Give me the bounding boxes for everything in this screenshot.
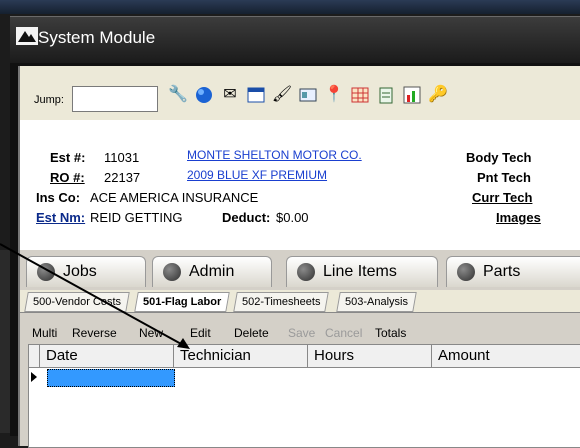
calendar-icon[interactable] bbox=[246, 84, 266, 106]
envelope-icon[interactable]: ✉ bbox=[220, 84, 240, 106]
ins-co-value: ACE AMERICA INSURANCE bbox=[90, 190, 259, 205]
multi-button[interactable]: Multi bbox=[32, 326, 57, 340]
save-button[interactable]: Save bbox=[288, 326, 315, 340]
row-pointer-icon bbox=[31, 372, 37, 382]
col-hours[interactable]: Hours bbox=[307, 345, 432, 367]
est-number-label: Est #: bbox=[50, 150, 86, 165]
vehicle-link[interactable]: 2009 BLUE XF PREMIUM bbox=[187, 168, 327, 182]
selected-date-cell[interactable] bbox=[47, 369, 175, 387]
tab-line-items[interactable]: Line Items bbox=[286, 256, 438, 287]
pnt-tech-label: Pnt Tech bbox=[477, 170, 531, 185]
cancel-button[interactable]: Cancel bbox=[325, 326, 362, 340]
toolbar-icons: 🔧 ✉ 🖌 📍 🔑 bbox=[168, 84, 448, 106]
subtab-vendor-costs[interactable]: 500-Vendor Costs bbox=[24, 292, 130, 312]
tab-label: Admin bbox=[189, 263, 235, 280]
key-icon[interactable]: 🔑 bbox=[428, 84, 448, 106]
est-name-label[interactable]: Est Nm: bbox=[36, 210, 85, 225]
subtab-label: 501-Flag Labor bbox=[143, 296, 222, 308]
ro-number-value: 22137 bbox=[104, 170, 141, 185]
subtab-label: 503-Analysis bbox=[345, 296, 408, 308]
estimate-info-panel: Est #: 11031 RO #: 22137 Ins Co: ACE AME… bbox=[20, 120, 580, 250]
grid-actions: Multi Reverse New Edit Delete Save Cance… bbox=[20, 324, 580, 344]
mountain-logo-icon bbox=[16, 27, 38, 45]
totals-button[interactable]: Totals bbox=[375, 326, 406, 340]
globe-icon[interactable] bbox=[194, 84, 214, 106]
grid-header: Date Technician Hours Amount bbox=[29, 345, 580, 368]
new-button[interactable]: New bbox=[139, 326, 163, 340]
module-frame: Jump: 🔧 ✉ 🖌 📍 🔑 Est #: 11031 RO #: 22137 bbox=[18, 66, 580, 448]
orb-icon bbox=[37, 263, 55, 281]
subtab-label: 500-Vendor Costs bbox=[33, 296, 122, 308]
col-amount[interactable]: Amount bbox=[431, 345, 580, 367]
main-tabs: Jobs Admin Line Items Parts bbox=[20, 250, 580, 290]
delete-button[interactable]: Delete bbox=[234, 326, 269, 340]
reverse-button[interactable]: Reverse bbox=[72, 326, 117, 340]
orb-icon bbox=[297, 263, 315, 281]
title-bar[interactable]: System Module bbox=[10, 16, 580, 63]
tab-label: Line Items bbox=[323, 263, 397, 280]
window-title: System Module bbox=[38, 28, 156, 47]
col-date[interactable]: Date bbox=[39, 345, 176, 367]
pin-icon[interactable]: 📍 bbox=[324, 84, 344, 106]
background-window-strip bbox=[0, 0, 580, 14]
deduct-label: Deduct: bbox=[222, 210, 271, 225]
toolbar: Jump: 🔧 ✉ 🖌 📍 🔑 bbox=[20, 66, 580, 121]
chart-icon[interactable] bbox=[402, 84, 422, 106]
system-module-window: System Module Jump: 🔧 ✉ 🖌 📍 🔑 Est #: 110 bbox=[10, 16, 580, 448]
est-name-value: REID GETTING bbox=[90, 210, 183, 225]
subtab-label: 502-Timesheets bbox=[242, 296, 321, 308]
est-number-value: 11031 bbox=[104, 150, 140, 165]
body-tech-label: Body Tech bbox=[466, 150, 532, 165]
tab-admin[interactable]: Admin bbox=[152, 256, 272, 287]
customer-link[interactable]: MONTE SHELTON MOTOR CO. bbox=[187, 148, 362, 162]
subtab-timesheets[interactable]: 502-Timesheets bbox=[233, 292, 330, 312]
tab-label: Jobs bbox=[63, 263, 97, 280]
jump-label: Jump: bbox=[34, 94, 64, 106]
flag-labor-grid: Date Technician Hours Amount bbox=[28, 344, 580, 448]
col-technician[interactable]: Technician bbox=[173, 345, 308, 367]
tab-label: Parts bbox=[483, 263, 521, 280]
subtab-analysis[interactable]: 503-Analysis bbox=[336, 292, 417, 312]
tab-jobs[interactable]: Jobs bbox=[26, 256, 146, 287]
ins-co-label: Ins Co: bbox=[36, 190, 81, 205]
wrench-icon[interactable]: 🔧 bbox=[168, 84, 188, 106]
subtab-flag-labor[interactable]: 501-Flag Labor bbox=[134, 292, 231, 312]
jump-input[interactable] bbox=[72, 86, 158, 112]
orb-icon bbox=[163, 263, 181, 281]
card-icon[interactable] bbox=[298, 84, 318, 106]
orb-icon bbox=[457, 263, 475, 281]
tab-parts[interactable]: Parts bbox=[446, 256, 580, 287]
sub-tabs: 500-Vendor Costs 501-Flag Labor 502-Time… bbox=[20, 290, 580, 313]
images-label[interactable]: Images bbox=[496, 210, 541, 225]
edit-button[interactable]: Edit bbox=[190, 326, 211, 340]
brush-icon[interactable]: 🖌 bbox=[272, 84, 292, 106]
clipboard-icon[interactable] bbox=[376, 84, 396, 106]
ro-number-label[interactable]: RO #: bbox=[50, 170, 85, 185]
curr-tech-label[interactable]: Curr Tech bbox=[472, 190, 532, 205]
grid-icon[interactable] bbox=[350, 84, 370, 106]
deduct-value: $0.00 bbox=[276, 210, 309, 225]
